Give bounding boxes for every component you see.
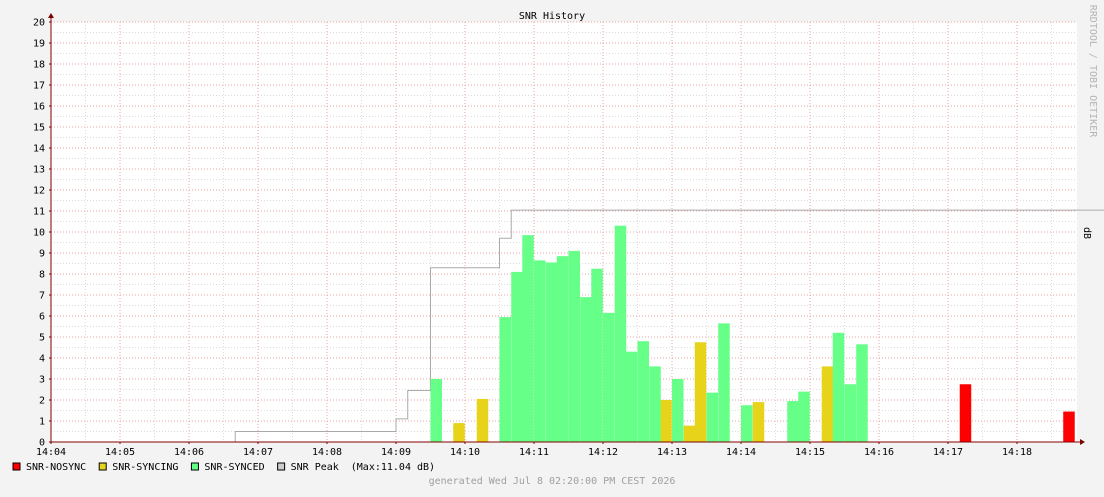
x-tick-label: 14:17 (933, 447, 963, 458)
y-tick-label: 6 (39, 312, 45, 323)
x-tick-label: 14:18 (1002, 447, 1032, 458)
snr-synced-legend-swatch (190, 462, 199, 471)
y-axis-label: dB (1081, 227, 1092, 239)
snr-synced-bar (603, 312, 615, 442)
snr-syncing-bar (694, 342, 707, 442)
watermark: RRDTOOL / TOBI OETIKER (1087, 5, 1098, 138)
snr-peak-legend-swatch (277, 462, 286, 471)
y-tick-label: 5 (39, 333, 45, 344)
snr-synced-bar (556, 256, 569, 442)
snr-synced-bar (545, 262, 558, 442)
x-tick-label: 14:11 (519, 447, 549, 458)
snr-synced-bar (672, 379, 684, 442)
y-tick-label: 13 (33, 165, 45, 176)
snr-synced-bar (591, 268, 603, 442)
y-tick-label: 20 (33, 18, 45, 29)
x-tick-label: 14:07 (243, 447, 273, 458)
snr-syncing-legend-swatch (98, 462, 107, 471)
snr-nosync-legend-swatch (12, 462, 21, 471)
y-tick-label: 12 (33, 186, 45, 197)
snr-syncing-bar (752, 402, 765, 442)
snr-syncing-bar (821, 366, 834, 442)
chart-svg: 01234567891011121314151617181920 14:04 14… (0, 0, 1104, 493)
snr-synced-bar (718, 323, 730, 442)
x-tick-label: 14:16 (864, 447, 894, 458)
x-tick-label: 14:10 (450, 447, 480, 458)
snr-nosync-bar (959, 384, 972, 442)
x-tick-label: 14:12 (588, 447, 618, 458)
snr-syncing-bar (453, 423, 465, 442)
snr-synced-bar (787, 401, 799, 442)
y-tick-label: 17 (33, 81, 45, 92)
snr-peak-legend-max: (Max:11.04 dB) (351, 462, 435, 473)
snr-synced-bar (580, 297, 592, 442)
legend: SNR-NOSYNC SNR-SYNCING SNR-SYNCED SNR Peak (… (12, 462, 435, 473)
x-tick-label: 14:06 (174, 447, 204, 458)
snr-synced-bar (614, 225, 627, 442)
snr-synced-bar (511, 271, 523, 442)
snr-syncing-bar (660, 400, 672, 442)
y-tick-label: 8 (39, 270, 45, 281)
footer-generated: generated Wed Jul 8 02:20:00 PM CEST 202… (429, 476, 676, 487)
snr-nosync-legend-label: SNR-NOSYNC (26, 462, 86, 473)
snr-synced-bar (499, 317, 511, 442)
y-tick-label: 4 (39, 354, 45, 365)
y-tick-label: 11 (33, 207, 45, 218)
snr-synced-bar (649, 366, 661, 442)
x-tick-label: 14:05 (105, 447, 135, 458)
snr-synced-bar (844, 384, 856, 442)
snr-synced-bar (798, 391, 810, 442)
y-tick-label: 2 (39, 396, 45, 407)
y-tick-label: 14 (33, 144, 45, 155)
snr-nosync-bar (1063, 411, 1075, 442)
snr-syncing-legend-label: SNR-SYNCING (112, 462, 178, 473)
y-tick-label: 18 (33, 60, 45, 71)
y-tick-label: 3 (39, 375, 45, 386)
y-tick-label: 15 (33, 123, 45, 134)
x-tick-label: 14:14 (726, 447, 756, 458)
y-tick-label: 10 (33, 228, 45, 239)
y-tick-label: 19 (33, 39, 45, 50)
snr-synced-bar (637, 341, 649, 442)
y-tick-label: 16 (33, 102, 45, 113)
x-tick-label: 14:08 (312, 447, 342, 458)
snr-syncing-bar (476, 398, 489, 442)
snr-history-chart: 0 1 2 3 4 5 6 7 8 9 10 11 12 13 14 15 16 17 18 19 20 14:04 14… (0, 0, 1104, 493)
y-tick-label: 9 (39, 249, 45, 260)
snr-synced-bar (706, 392, 718, 442)
snr-synced-bar (832, 332, 845, 442)
snr-synced-bar (534, 260, 546, 442)
chart-title: SNR History (519, 11, 585, 22)
x-tick-label: 14:09 (381, 447, 411, 458)
y-tick-label: 7 (39, 291, 45, 302)
snr-syncing-bar (683, 425, 696, 442)
snr-synced-bar (522, 235, 534, 442)
snr-synced-legend-label: SNR-SYNCED (204, 462, 264, 473)
x-tick-label: 14:13 (657, 447, 687, 458)
x-tick-label: 14:04 (36, 447, 66, 458)
snr-synced-bar (430, 379, 442, 442)
x-tick-label: 14:15 (795, 447, 825, 458)
snr-synced-bar (568, 250, 580, 442)
snr-synced-bar (856, 344, 868, 442)
x-tick-labels: 14:04 14:05 14:06 14:07 14:08 14:09 14:10 14:11… (36, 447, 1032, 458)
snr-synced-bar (625, 351, 638, 442)
snr-peak-legend-label: SNR Peak (291, 462, 339, 473)
snr-synced-bar (741, 405, 753, 442)
y-tick-label: 1 (39, 417, 45, 428)
